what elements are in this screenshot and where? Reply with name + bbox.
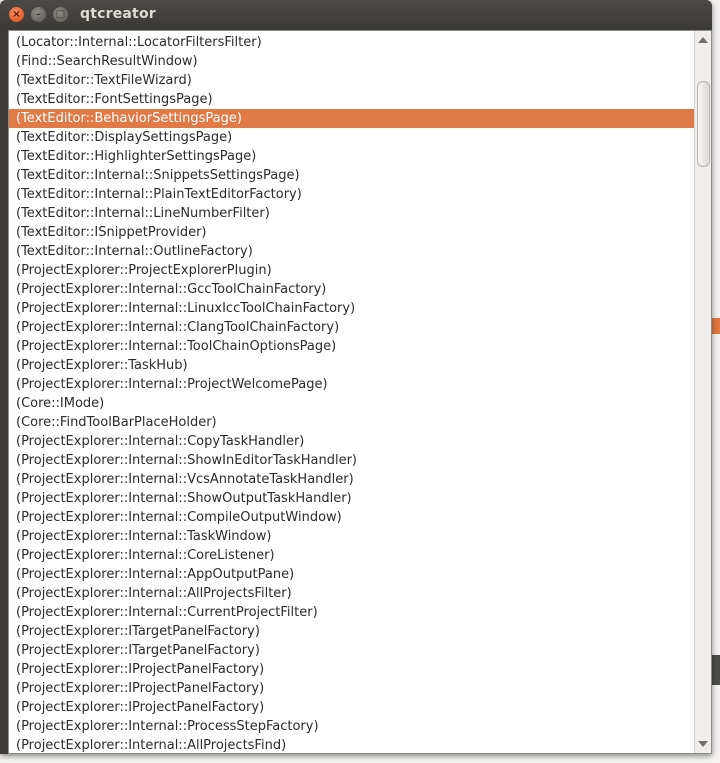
scroll-down-arrow-icon[interactable] <box>698 741 708 747</box>
minimize-button[interactable]: – <box>31 7 46 22</box>
list-item[interactable]: (ProjectExplorer::IProjectPanelFactory) <box>9 698 695 717</box>
list-item[interactable]: (ProjectExplorer::Internal::ClangToolCha… <box>9 318 695 337</box>
list-item[interactable]: (ProjectExplorer::Internal::AllProjectsF… <box>9 736 695 753</box>
list-item[interactable]: (TextEditor::Internal::OutlineFactory) <box>9 242 695 261</box>
minimize-icon: – <box>36 9 41 20</box>
list-item[interactable]: (ProjectExplorer::Internal::ToolChainOpt… <box>9 337 695 356</box>
list-item[interactable]: (ProjectExplorer::ProjectExplorerPlugin) <box>9 261 695 280</box>
list-item[interactable]: (TextEditor::Internal::LineNumberFilter) <box>9 204 695 223</box>
list-item[interactable]: (TextEditor::ISnippetProvider) <box>9 223 695 242</box>
list-item[interactable]: (ProjectExplorer::ITargetPanelFactory) <box>9 622 695 641</box>
list-item[interactable]: (Core::FindToolBarPlaceHolder) <box>9 413 695 432</box>
list-item[interactable]: (ProjectExplorer::Internal::LinuxIccTool… <box>9 299 695 318</box>
list-item[interactable]: (ProjectExplorer::Internal::VcsAnnotateT… <box>9 470 695 489</box>
list-item[interactable]: (Find::SearchResultWindow) <box>9 52 695 71</box>
list-item[interactable]: (TextEditor::FontSettingsPage) <box>9 90 695 109</box>
list-item[interactable]: (ProjectExplorer::Internal::CoreListener… <box>9 546 695 565</box>
scroll-up-arrow-icon[interactable] <box>698 37 708 43</box>
list-item[interactable]: (ProjectExplorer::Internal::CopyTaskHand… <box>9 432 695 451</box>
list-item[interactable]: (TextEditor::DisplaySettingsPage) <box>9 128 695 147</box>
list-item[interactable]: (TextEditor::TextFileWizard) <box>9 71 695 90</box>
list-item[interactable]: (ProjectExplorer::TaskHub) <box>9 356 695 375</box>
list-item[interactable]: (ProjectExplorer::Internal::TaskWindow) <box>9 527 695 546</box>
list-item-selected[interactable]: (TextEditor::BehaviorSettingsPage) <box>9 109 695 128</box>
list-item[interactable]: (ProjectExplorer::Internal::CurrentProje… <box>9 603 695 622</box>
list-item[interactable]: (ProjectExplorer::IProjectPanelFactory) <box>9 660 695 679</box>
qtcreator-window: × – □ qtcreator (Locator::Internal::Loca… <box>0 0 712 754</box>
list-item[interactable]: (TextEditor::HighlighterSettingsPage) <box>9 147 695 166</box>
list-item[interactable]: (ProjectExplorer::ITargetPanelFactory) <box>9 641 695 660</box>
list-item[interactable]: (ProjectExplorer::Internal::ShowOutputTa… <box>9 489 695 508</box>
list-item[interactable]: (ProjectExplorer::Internal::CompileOutpu… <box>9 508 695 527</box>
object-list-items: (Locator::Internal::LocatorFiltersFilter… <box>9 31 695 753</box>
object-list[interactable]: (Locator::Internal::LocatorFiltersFilter… <box>8 30 712 754</box>
vertical-scrollbar[interactable] <box>694 31 711 753</box>
list-item[interactable]: (ProjectExplorer::Internal::GccToolChain… <box>9 280 695 299</box>
list-item[interactable]: (ProjectExplorer::Internal::ProjectWelco… <box>9 375 695 394</box>
list-item[interactable]: (ProjectExplorer::Internal::AppOutputPan… <box>9 565 695 584</box>
list-item[interactable]: (TextEditor::Internal::PlainTextEditorFa… <box>9 185 695 204</box>
list-item[interactable]: (ProjectExplorer::Internal::ProcessStepF… <box>9 717 695 736</box>
list-item[interactable]: (TextEditor::Internal::SnippetsSettingsP… <box>9 166 695 185</box>
close-button[interactable]: × <box>9 7 24 22</box>
list-item[interactable]: (ProjectExplorer::Internal::AllProjectsF… <box>9 584 695 603</box>
close-icon: × <box>12 9 21 20</box>
window-title: qtcreator <box>80 6 156 22</box>
window-titlebar[interactable]: × – □ qtcreator <box>0 0 712 30</box>
scrollbar-thumb[interactable] <box>697 81 710 167</box>
list-item[interactable]: (Core::IMode) <box>9 394 695 413</box>
list-item[interactable]: (Locator::Internal::LocatorFiltersFilter… <box>9 33 695 52</box>
list-item[interactable]: (ProjectExplorer::IProjectPanelFactory) <box>9 679 695 698</box>
maximize-button[interactable]: □ <box>53 7 68 22</box>
list-item[interactable]: (ProjectExplorer::Internal::ShowInEditor… <box>9 451 695 470</box>
maximize-icon: □ <box>55 9 66 20</box>
